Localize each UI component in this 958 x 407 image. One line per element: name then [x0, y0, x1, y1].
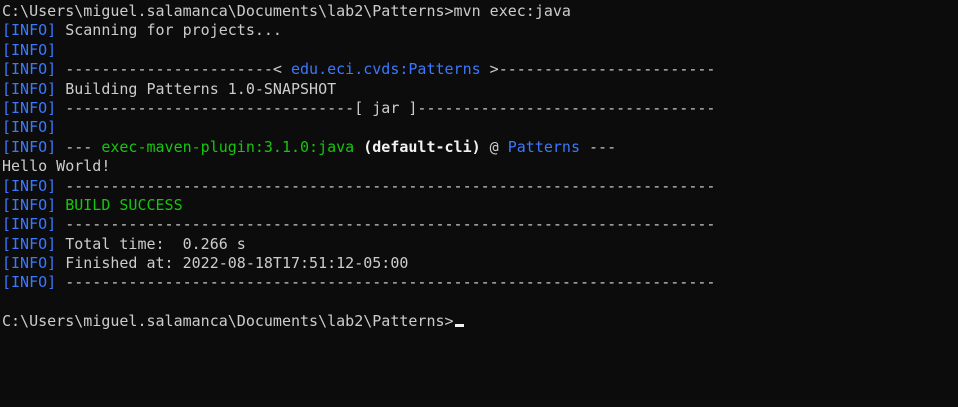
line-text: --- — [56, 137, 102, 156]
output-line: [INFO] ---------------------------------… — [2, 177, 958, 196]
text-cursor — [454, 324, 464, 328]
output-line: [INFO] BUILD SUCCESS — [2, 196, 958, 215]
log-level-tag: [INFO] — [2, 21, 57, 40]
line-text: ----------------------------------------… — [56, 215, 716, 234]
output-line: [INFO] Total time: 0.266 s — [2, 235, 958, 254]
line-text: Finished at: 2022-08-18T17:51:12-05:00 — [56, 254, 409, 273]
line-text: BUILD SUCCESS — [65, 195, 183, 214]
line-text: Hello World! — [2, 157, 111, 176]
line-text: ----------------------------------------… — [56, 176, 716, 195]
log-level-tag: [INFO] — [2, 195, 57, 214]
output-line: [INFO] Finished at: 2022-08-18T17:51:12-… — [2, 254, 958, 273]
prompt-line[interactable]: C:\Users\miguel.salamanca\Documents\lab2… — [2, 312, 958, 331]
line-text: Scanning for projects... — [56, 21, 282, 40]
line-text: C:\Users\miguel.salamanca\Documents\lab2… — [2, 2, 571, 20]
output-line: [INFO] ---------------------------------… — [2, 273, 958, 292]
output-line: [INFO] — [2, 41, 958, 60]
log-level-tag: [INFO] — [2, 79, 57, 98]
line-text: --------------------------------[ jar ]-… — [56, 98, 716, 117]
log-level-tag: [INFO] — [2, 40, 57, 59]
output-line: [INFO] ---------------------------------… — [2, 215, 958, 234]
terminal-window[interactable]: C:\Users\miguel.salamanca\Documents\lab2… — [0, 0, 958, 407]
output-line: Hello World! — [2, 157, 958, 176]
log-level-tag: [INFO] — [2, 254, 57, 273]
log-level-tag: [INFO] — [2, 118, 57, 137]
log-level-tag: [INFO] — [2, 137, 57, 156]
output-line: [INFO] --- exec-maven-plugin:3.1.0:java … — [2, 138, 958, 157]
log-level-tag: [INFO] — [2, 273, 57, 292]
output-line: [INFO] -----------------------< edu.eci.… — [2, 60, 958, 79]
log-level-tag: [INFO] — [2, 176, 57, 195]
line-text: ----------------------------------------… — [56, 273, 716, 292]
terminal-output: C:\Users\miguel.salamanca\Documents\lab2… — [2, 2, 958, 332]
output-line: [INFO] --------------------------------[… — [2, 99, 958, 118]
line-text: -----------------------< — [56, 60, 291, 79]
log-level-tag: [INFO] — [2, 60, 57, 79]
output-line: [INFO] Scanning for projects... — [2, 21, 958, 40]
line-text — [56, 196, 65, 214]
log-level-tag: [INFO] — [2, 215, 57, 234]
line-text: --- — [580, 137, 617, 156]
line-text: (default-cli) — [354, 137, 481, 156]
output-line: C:\Users\miguel.salamanca\Documents\lab2… — [2, 2, 958, 21]
line-text: Building Patterns 1.0-SNAPSHOT — [56, 79, 337, 98]
line-text: exec-maven-plugin:3.1.0:java — [101, 137, 355, 156]
line-text: Patterns — [507, 137, 580, 156]
output-line: [INFO] Building Patterns 1.0-SNAPSHOT — [2, 80, 958, 99]
line-text: Total time: 0.266 s — [56, 234, 246, 253]
log-level-tag: [INFO] — [2, 98, 57, 117]
output-line: [INFO] — [2, 118, 958, 137]
log-level-tag: [INFO] — [2, 234, 57, 253]
line-text: >------------------------ — [480, 60, 716, 79]
line-text: edu.eci.cvds:Patterns — [291, 60, 481, 79]
line-text: C:\Users\miguel.salamanca\Documents\lab2… — [2, 312, 454, 331]
line-text: @ — [480, 137, 508, 156]
